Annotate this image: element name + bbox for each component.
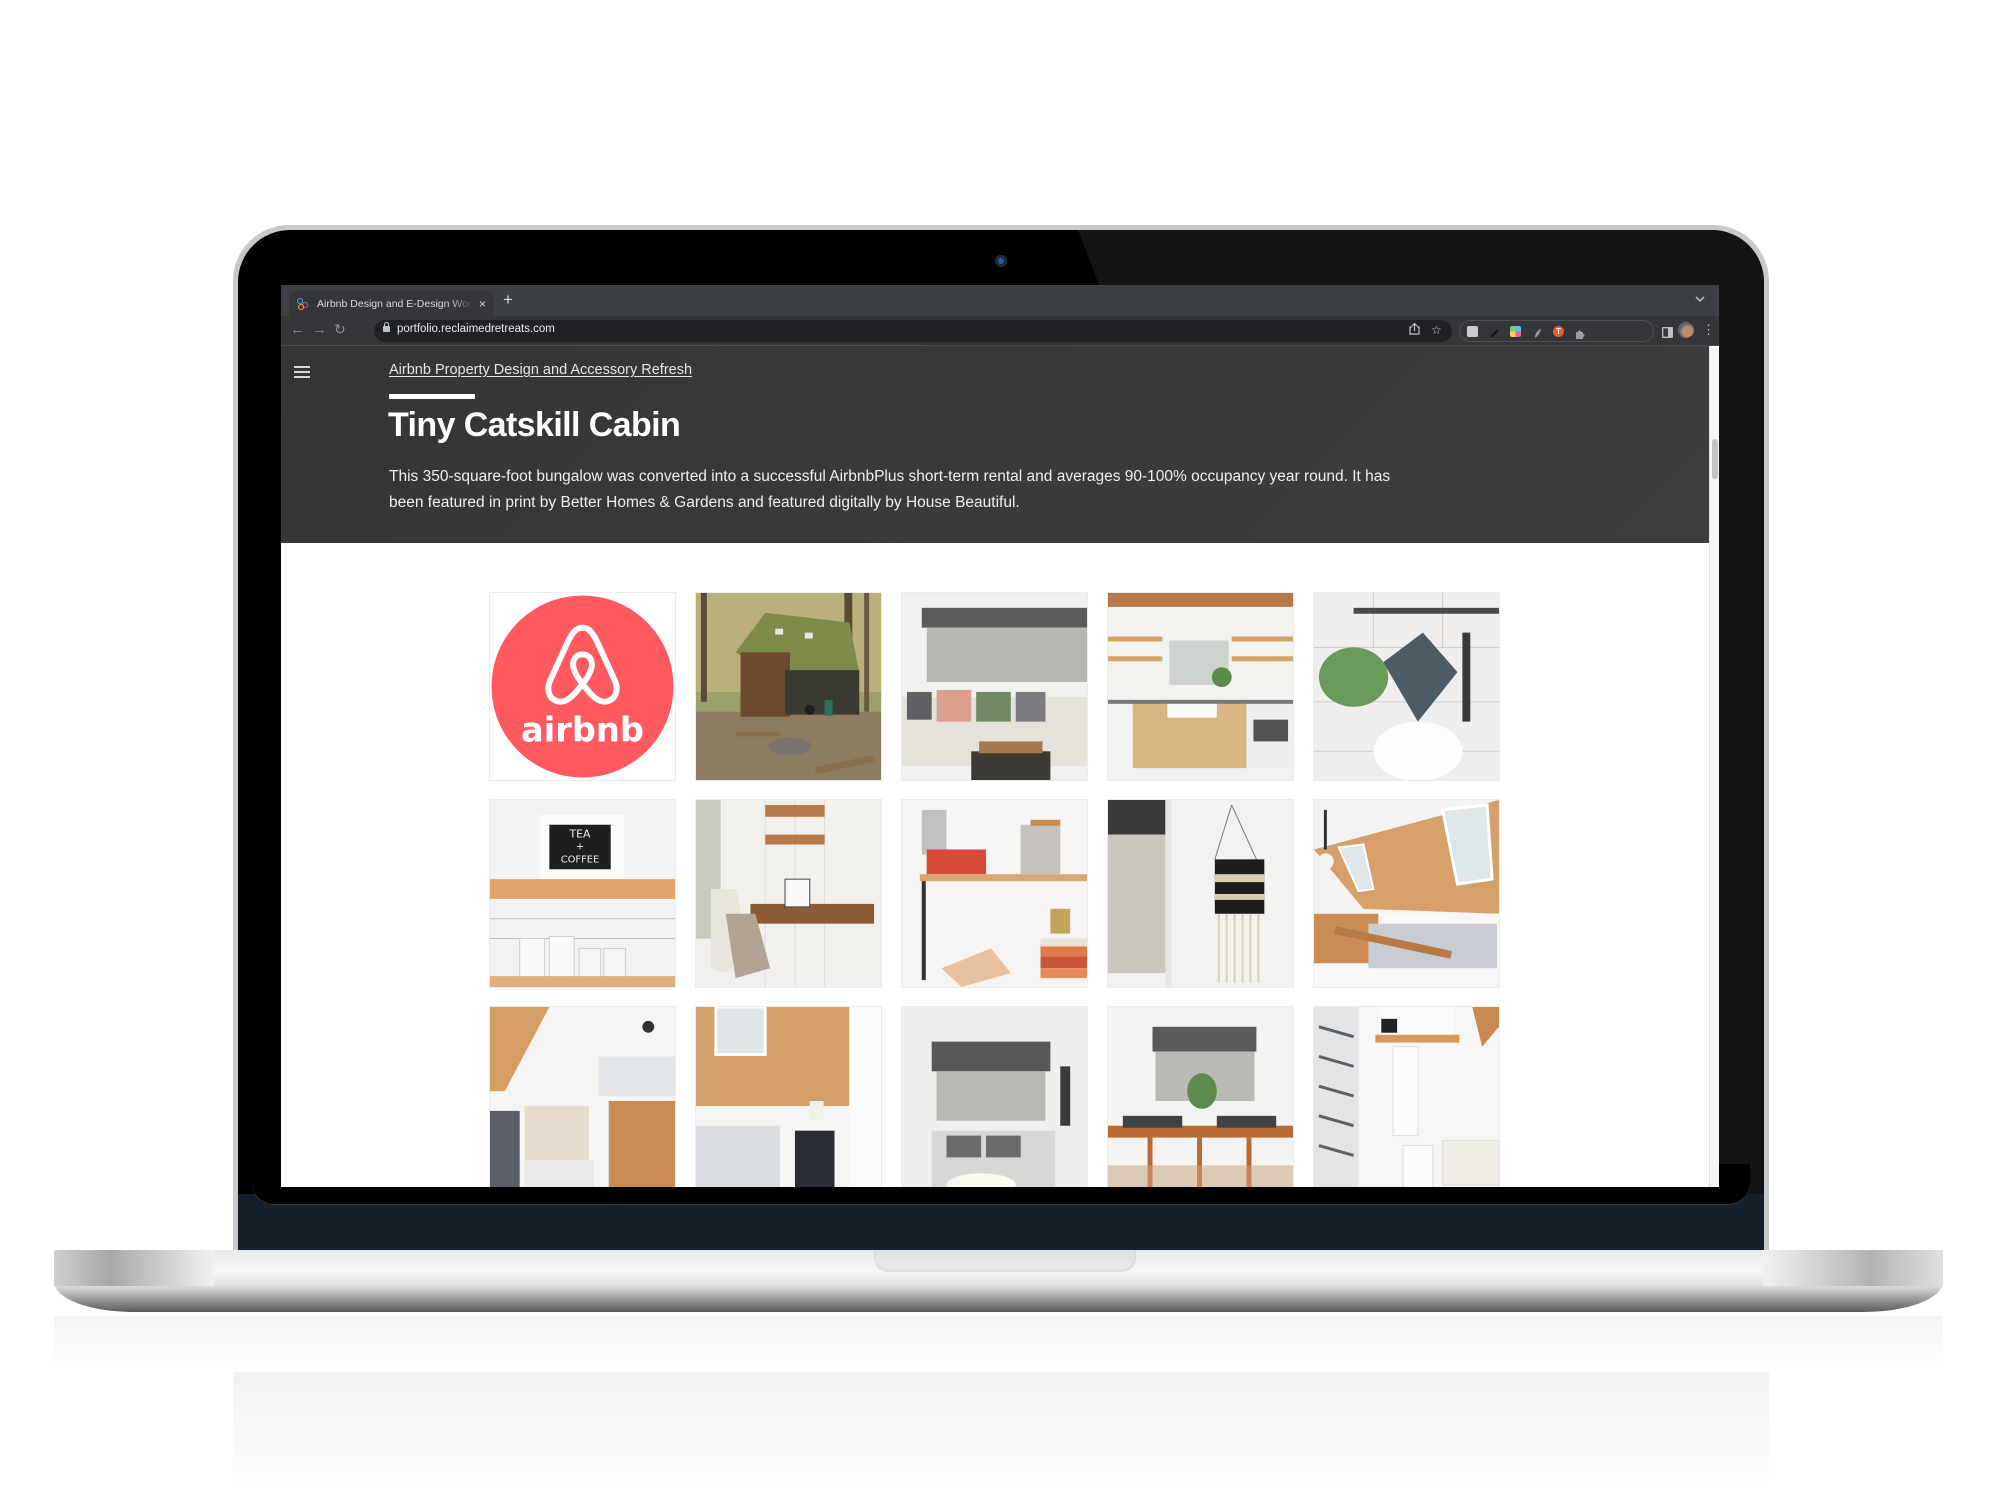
gallery-item-tea-coffee[interactable]: TEA + COFFEE (489, 799, 676, 988)
project-header: Airbnb Property Design and Accessory Ref… (281, 346, 1709, 543)
forward-button[interactable]: → (312, 321, 327, 338)
gallery-item-living-room[interactable] (901, 592, 1088, 781)
reload-button[interactable]: ↻ (334, 321, 346, 338)
side-panel-icon[interactable] (1662, 325, 1673, 343)
share-icon[interactable] (1409, 322, 1420, 338)
browser-menu-icon[interactable]: ⋮ (1702, 322, 1715, 338)
lid-reflection (233, 1372, 1769, 1492)
base-reflection (54, 1316, 1943, 1370)
puzzle-extensions-icon[interactable] (1575, 326, 1586, 339)
gallery-item-kitchen[interactable] (1107, 592, 1294, 781)
gallery-item-utensil-rail[interactable] (1313, 592, 1500, 781)
gallery-item-dining[interactable] (1107, 1006, 1294, 1187)
camera-icon (995, 255, 1007, 267)
svg-text:COFFEE: COFFEE (561, 854, 600, 865)
color-extension-icon[interactable] (1510, 326, 1521, 337)
extensions-group: T (1459, 320, 1654, 342)
tea-coffee-photo: TEA + COFFEE (490, 800, 675, 987)
kitchen-photo (1108, 593, 1293, 780)
lock-icon (383, 322, 390, 332)
gallery-item-loft-storage[interactable] (489, 1006, 676, 1187)
web-page: Airbnb Property Design and Accessory Ref… (281, 346, 1709, 1187)
airbnb-logo-icon: airbnb (490, 593, 675, 780)
photo-gallery: airbnb TEA + COFFEE (489, 592, 1509, 1187)
gallery-item-wall-hanging[interactable] (1107, 799, 1294, 988)
wall-hanging-photo (1108, 800, 1293, 987)
bookmark-star-icon[interactable]: ☆ (1431, 323, 1442, 337)
tab-title: Airbnb Design and E-Design Work (317, 297, 473, 310)
gallery-item-bathroom[interactable] (1313, 1006, 1500, 1187)
extension-1-icon[interactable] (1467, 326, 1478, 337)
hamburger-menu-icon[interactable] (294, 366, 310, 378)
new-tab-button[interactable]: + (503, 290, 513, 310)
tab-close-icon[interactable]: × (479, 297, 486, 311)
gallery-item-desk-nook[interactable] (695, 799, 882, 988)
gallery-item-cabin-exterior[interactable] (695, 592, 882, 781)
loft-bedroom-photo (1314, 800, 1499, 987)
dining-photo (1108, 1007, 1293, 1187)
site-favicon-icon (297, 297, 309, 310)
breadcrumb-link[interactable]: Airbnb Property Design and Accessory Ref… (389, 362, 692, 378)
bedroom-slope-photo (696, 1007, 881, 1187)
laptop-base (54, 1250, 1943, 1312)
pen-extension-icon[interactable] (1489, 326, 1500, 338)
loft-storage-photo (490, 1007, 675, 1187)
base-shine-right (1763, 1250, 1943, 1286)
feather-extension-icon[interactable] (1532, 326, 1543, 338)
scrollbar-thumb[interactable] (1712, 439, 1718, 479)
utensil-rail-photo (1314, 593, 1499, 780)
page-title: Tiny Catskill Cabin (388, 406, 681, 444)
url-text[interactable]: portfolio.reclaimedretreats.com (397, 323, 555, 335)
project-description: This 350-square-foot bungalow was conver… (389, 468, 1391, 511)
laptop-screen: Airbnb Design and E-Design Work × + ← → … (281, 285, 1719, 1187)
cabin-photo (696, 593, 881, 780)
daybed-photo (902, 1007, 1087, 1187)
page-scrollbar[interactable] (1709, 346, 1719, 1187)
gallery-item-bedroom-slope[interactable] (695, 1006, 882, 1187)
browser-tab[interactable]: Airbnb Design and E-Design Work × (289, 291, 494, 316)
base-thumb-notch (874, 1250, 1136, 1272)
gallery-item-daybed[interactable] (901, 1006, 1088, 1187)
tab-search-chevron-icon[interactable] (1695, 292, 1705, 306)
shelves-photo (902, 800, 1087, 987)
base-shine-left (54, 1250, 214, 1286)
back-button[interactable]: ← (290, 321, 305, 338)
airbnb-logo-text: airbnb (521, 710, 644, 749)
browser-toolbar: ← → ↻ portfolio.reclaimedretreats.com ☆ … (281, 316, 1719, 346)
bathroom-photo (1314, 1007, 1499, 1187)
gallery-item-airbnb-logo[interactable]: airbnb (489, 592, 676, 781)
browser-tabstrip: Airbnb Design and E-Design Work × + (281, 285, 1719, 316)
title-accent-bar (389, 394, 475, 399)
gallery-item-wall-shelves[interactable] (901, 799, 1088, 988)
address-bar[interactable]: portfolio.reclaimedretreats.com ☆ (374, 320, 1452, 342)
desk-photo (696, 800, 881, 987)
living-room-photo (902, 593, 1087, 780)
gallery-item-loft-bedroom[interactable] (1313, 799, 1500, 988)
svg-text:+: + (576, 841, 584, 852)
t-extension-icon[interactable]: T (1553, 326, 1564, 337)
svg-text:TEA: TEA (569, 828, 592, 841)
profile-avatar[interactable] (1678, 322, 1694, 338)
